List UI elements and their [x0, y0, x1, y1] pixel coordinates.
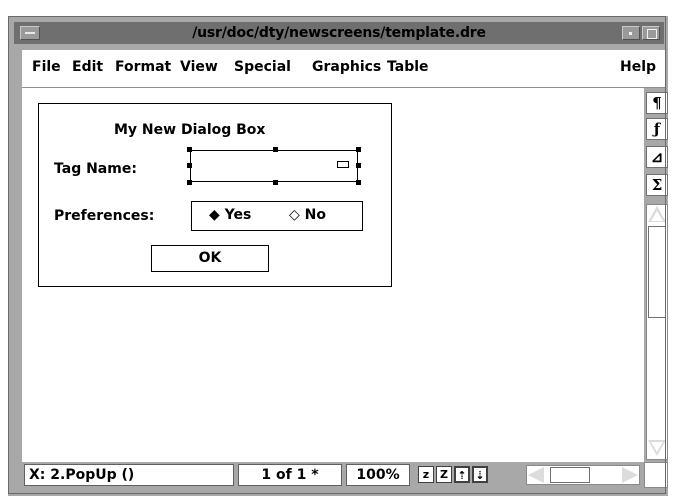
menu-edit[interactable]: Edit	[72, 59, 103, 75]
scroll-up-icon-inner	[651, 211, 663, 221]
preferences-label: Preferences:	[54, 208, 155, 224]
menu-file[interactable]: File	[32, 59, 61, 75]
zoom-out-button[interactable]: Z	[436, 466, 452, 483]
radio-no[interactable]: ◇ No	[289, 207, 326, 223]
menu-help[interactable]: Help	[620, 59, 656, 75]
tag-name-label: Tag Name:	[54, 161, 137, 177]
scroll-down-icon-inner	[651, 442, 663, 452]
page-status: 1 of 1 *	[238, 464, 342, 486]
element-status: X: 2.PopUp ()	[24, 464, 234, 486]
scroll-right-icon[interactable]	[622, 467, 638, 483]
minimize-icon[interactable]	[622, 26, 640, 40]
radio-yes[interactable]: ◆ Yes	[209, 207, 251, 223]
selection-handle[interactable]	[273, 147, 278, 152]
zoom-status[interactable]: 100%	[346, 464, 410, 486]
menu-graphics[interactable]: Graphics	[312, 59, 381, 75]
menu-bar: File Edit Format View Special Graphics T…	[22, 50, 666, 88]
tag-name-field[interactable]	[190, 150, 358, 182]
horizontal-scroll-thumb[interactable]	[550, 467, 590, 483]
title-bar[interactable]: /usr/doc/dty/newscreens/template.dre	[14, 22, 664, 44]
scroll-corner	[644, 462, 668, 488]
menu-special[interactable]: Special	[234, 59, 291, 75]
ok-button[interactable]: OK	[151, 245, 269, 272]
dialog-title: My New Dialog Box	[114, 122, 266, 138]
sigma-icon[interactable]: Σ	[646, 174, 668, 196]
scroll-left-icon[interactable]	[528, 467, 544, 483]
menu-format[interactable]: Format	[115, 59, 171, 75]
triangle-icon[interactable]: ⊿	[646, 146, 668, 168]
selection-handle[interactable]	[356, 163, 361, 168]
selection-handle[interactable]	[273, 180, 278, 185]
insert-before-icon[interactable]: ⇡	[454, 466, 470, 483]
field-indicator-icon	[337, 161, 349, 168]
selection-handle[interactable]	[356, 147, 361, 152]
maximize-icon[interactable]	[642, 26, 660, 40]
vertical-scroll-thumb[interactable]	[648, 226, 666, 318]
selection-handle[interactable]	[187, 180, 192, 185]
selection-handle[interactable]	[356, 180, 361, 185]
function-icon[interactable]: ƒ	[646, 118, 668, 140]
paragraph-icon[interactable]: ¶	[646, 92, 668, 114]
zoom-in-button[interactable]: z	[418, 466, 434, 483]
menu-view[interactable]: View	[180, 59, 218, 75]
window-title: /usr/doc/dty/newscreens/template.dre	[192, 25, 486, 41]
insert-after-icon[interactable]: ⇣	[472, 466, 488, 483]
menu-table[interactable]: Table	[387, 59, 429, 75]
selection-handle[interactable]	[187, 163, 192, 168]
selection-handle[interactable]	[187, 147, 192, 152]
